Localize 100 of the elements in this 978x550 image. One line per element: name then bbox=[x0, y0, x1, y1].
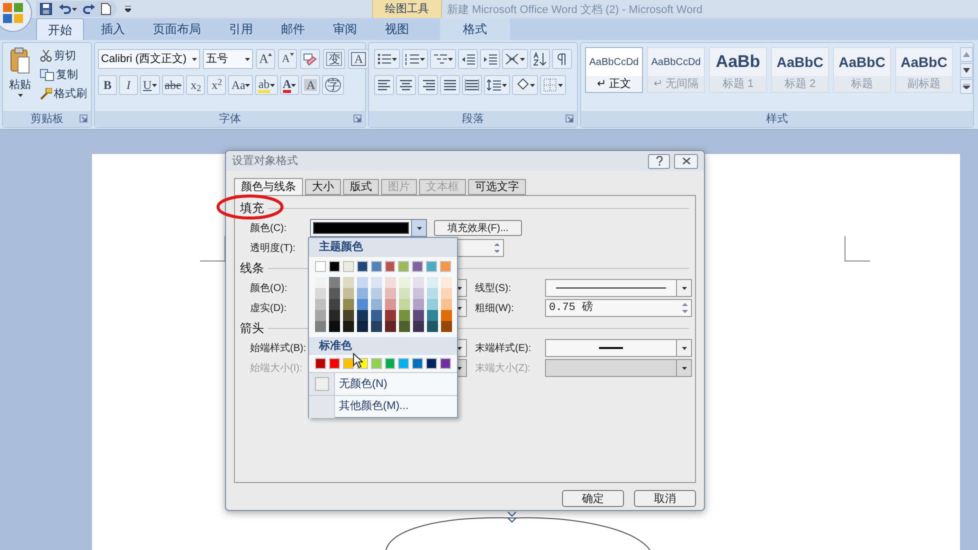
color-swatch[interactable] bbox=[385, 310, 396, 321]
color-swatch[interactable] bbox=[371, 310, 382, 321]
color-swatch[interactable] bbox=[385, 321, 396, 332]
ribbon-tab[interactable]: 插入 bbox=[90, 18, 136, 40]
redo-button[interactable] bbox=[83, 2, 95, 16]
paragraph-button[interactable] bbox=[462, 75, 482, 95]
dialog-launcher-button[interactable] bbox=[565, 114, 574, 123]
font-button[interactable]: A bbox=[278, 49, 298, 69]
paragraph-button[interactable] bbox=[458, 49, 478, 69]
color-swatch[interactable] bbox=[384, 261, 396, 272]
color-swatch[interactable] bbox=[413, 310, 424, 321]
color-swatch[interactable] bbox=[329, 277, 340, 288]
color-swatch[interactable] bbox=[329, 299, 340, 310]
fill-effects-button[interactable]: 填充效果(F)... bbox=[434, 220, 522, 236]
gallery-scroll-button[interactable] bbox=[960, 79, 973, 94]
style-gallery-item[interactable]: AaBbC 标题 bbox=[833, 47, 891, 93]
color-swatch[interactable] bbox=[440, 261, 452, 272]
color-swatch[interactable] bbox=[371, 299, 382, 310]
font-name-combo[interactable]: Calibri (西文正文) bbox=[98, 49, 200, 69]
color-swatch[interactable] bbox=[385, 288, 396, 299]
font-button[interactable]: ab bbox=[255, 75, 278, 95]
color-swatch[interactable] bbox=[315, 288, 326, 299]
ribbon-tab[interactable]: 视图 bbox=[374, 18, 420, 40]
color-swatch[interactable] bbox=[315, 321, 326, 332]
color-swatch[interactable] bbox=[385, 299, 396, 310]
color-swatch[interactable] bbox=[413, 288, 424, 299]
color-swatch[interactable] bbox=[441, 288, 452, 299]
paragraph-button[interactable] bbox=[484, 75, 510, 95]
font-button[interactable]: x$^{2}$ bbox=[207, 75, 226, 95]
paragraph-button[interactable] bbox=[402, 49, 428, 69]
font-button[interactable]: A bbox=[348, 49, 370, 69]
color-swatch[interactable] bbox=[329, 288, 340, 299]
font-button[interactable]: A bbox=[301, 75, 320, 95]
paragraph-button[interactable] bbox=[374, 49, 400, 69]
color-swatch[interactable] bbox=[315, 358, 326, 369]
color-swatch[interactable] bbox=[427, 288, 438, 299]
font-button[interactable]: Aa bbox=[228, 75, 254, 95]
clipboard-action[interactable]: 格式刷 bbox=[40, 86, 87, 102]
color-swatch[interactable] bbox=[398, 261, 410, 272]
color-swatch[interactable] bbox=[357, 310, 368, 321]
close-button[interactable] bbox=[674, 154, 698, 168]
color-swatch[interactable] bbox=[384, 358, 396, 369]
font-button[interactable] bbox=[300, 49, 320, 69]
dialog-launcher-button[interactable] bbox=[79, 114, 88, 123]
ribbon-tab[interactable]: 格式 bbox=[440, 18, 510, 40]
font-button[interactable]: B bbox=[98, 75, 117, 95]
color-swatch[interactable] bbox=[440, 358, 452, 369]
color-swatch[interactable] bbox=[343, 288, 354, 299]
color-swatch[interactable] bbox=[441, 321, 452, 332]
ribbon-tab[interactable]: 审阅 bbox=[322, 18, 368, 40]
color-swatch[interactable] bbox=[426, 261, 438, 272]
paragraph-button[interactable] bbox=[502, 49, 528, 69]
color-swatch[interactable] bbox=[357, 288, 368, 299]
save-button[interactable] bbox=[39, 2, 53, 16]
line-style-combo[interactable] bbox=[545, 279, 692, 297]
color-swatch[interactable] bbox=[399, 288, 410, 299]
fill-color-combo[interactable] bbox=[310, 219, 427, 237]
paragraph-button[interactable] bbox=[374, 75, 394, 95]
font-size-combo[interactable]: 五号 bbox=[203, 49, 253, 69]
color-swatch[interactable] bbox=[399, 321, 410, 332]
color-swatch[interactable] bbox=[370, 261, 382, 272]
office-button[interactable] bbox=[0, 0, 32, 32]
color-swatch[interactable] bbox=[371, 288, 382, 299]
font-button[interactable]: x$_{2}$ bbox=[186, 75, 206, 95]
paragraph-button[interactable] bbox=[552, 49, 572, 69]
color-swatch[interactable] bbox=[413, 277, 424, 288]
style-gallery-item[interactable]: AaBbC 标题 2 bbox=[771, 47, 829, 93]
color-swatch[interactable] bbox=[399, 277, 410, 288]
color-swatch[interactable] bbox=[412, 261, 424, 272]
style-gallery-item[interactable]: AaBbCcDd ↵ 正文 bbox=[585, 47, 643, 93]
ribbon-tab[interactable]: 邮件 bbox=[270, 18, 316, 40]
style-gallery-item[interactable]: AaBbCcDd ↵ 无间隔 bbox=[647, 47, 705, 93]
font-button[interactable]: 字 bbox=[322, 75, 344, 95]
color-swatch[interactable] bbox=[328, 261, 340, 272]
color-swatch[interactable] bbox=[399, 310, 410, 321]
end-arrow-style-combo[interactable] bbox=[545, 339, 692, 357]
color-swatch[interactable] bbox=[315, 310, 326, 321]
color-swatch[interactable] bbox=[357, 299, 368, 310]
paragraph-button[interactable] bbox=[440, 75, 460, 95]
paragraph-button[interactable] bbox=[418, 75, 438, 95]
paragraph-button[interactable] bbox=[396, 75, 416, 95]
color-swatch[interactable] bbox=[329, 321, 340, 332]
new-document-button[interactable] bbox=[101, 2, 111, 16]
font-button[interactable]: A bbox=[280, 75, 300, 95]
color-swatch[interactable] bbox=[413, 299, 424, 310]
style-gallery-item[interactable]: AaBbC 副标题 bbox=[895, 47, 953, 93]
color-swatch[interactable] bbox=[357, 321, 368, 332]
ribbon-tab[interactable]: 页面布局 bbox=[142, 18, 212, 40]
color-swatch[interactable] bbox=[441, 310, 452, 321]
color-swatch[interactable] bbox=[427, 277, 438, 288]
color-swatch[interactable] bbox=[356, 261, 368, 272]
dialog-tab[interactable]: 大小 bbox=[305, 179, 341, 195]
color-swatch[interactable] bbox=[343, 277, 354, 288]
more-colors-menu-item[interactable]: 其他颜色(M)... bbox=[309, 395, 457, 417]
font-button[interactable]: U bbox=[140, 75, 160, 95]
color-swatch[interactable] bbox=[343, 299, 354, 310]
font-button[interactable]: A bbox=[256, 49, 276, 69]
paragraph-button[interactable] bbox=[530, 49, 550, 69]
color-swatch[interactable] bbox=[328, 358, 340, 369]
dialog-button[interactable]: 确定 bbox=[562, 490, 624, 507]
